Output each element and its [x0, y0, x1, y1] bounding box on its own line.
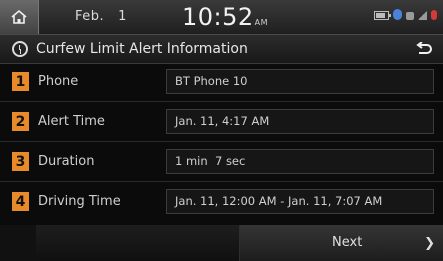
page-title: Curfew Limit Alert Information [36, 41, 248, 57]
date-day: 1 [118, 9, 127, 24]
status-bar: Feb. 1 10:52AM [0, 0, 443, 35]
row-divider [0, 101, 443, 102]
previous-button [36, 225, 240, 261]
signal-icon [418, 11, 427, 20]
row-label: Duration [38, 154, 95, 169]
date-month: Feb. [75, 9, 105, 24]
home-button[interactable] [0, 0, 39, 34]
phone-icon [406, 11, 414, 20]
title-bar: Curfew Limit Alert Information [0, 35, 443, 64]
info-row-alert-time: 2 Alert Time Jan. 11, 4:17 AM [0, 104, 443, 142]
info-row-duration: 3 Duration 1 min 7 sec [0, 144, 443, 182]
back-button[interactable] [411, 38, 437, 60]
battery-icon [374, 11, 391, 20]
date-display: Feb. 1 [75, 9, 127, 24]
row-label: Alert Time [38, 114, 105, 129]
row-number-badge: 2 [12, 112, 29, 131]
next-button-label: Next [332, 235, 363, 250]
back-arrow-icon [416, 42, 432, 54]
row-divider [0, 141, 443, 142]
alert-time-value-field: Jan. 11, 4:17 AM [166, 109, 434, 134]
clock: 10:52AM [182, 3, 268, 31]
row-number-badge: 1 [12, 72, 29, 91]
home-icon [11, 9, 27, 24]
driving-time-value-field: Jan. 11, 12:00 AM - Jan. 11, 7:07 AM [166, 189, 434, 214]
info-row-driving-time: 4 Driving Time Jan. 11, 12:00 AM - Jan. … [0, 184, 443, 222]
bluetooth-icon [393, 9, 402, 20]
status-icons [374, 9, 437, 20]
next-button[interactable]: Next ❯ [240, 225, 443, 261]
row-divider [0, 181, 443, 182]
mic-icon [431, 9, 437, 20]
duration-value-field: 1 min 7 sec [166, 149, 434, 174]
row-number-badge: 4 [12, 192, 29, 211]
clock-ampm: AM [254, 18, 269, 27]
alarm-clock-icon [12, 41, 28, 57]
info-row-phone: 1 Phone BT Phone 10 [0, 64, 443, 102]
row-number-badge: 3 [12, 152, 29, 171]
row-label: Driving Time [38, 194, 121, 209]
clock-time: 10:52 [182, 3, 254, 31]
phone-value-field: BT Phone 10 [166, 69, 434, 94]
row-label: Phone [38, 74, 79, 89]
bottom-bar: Next ❯ [0, 225, 443, 261]
chevron-right-icon: ❯ [424, 236, 435, 251]
screen: Feb. 1 10:52AM Curfew Limit Alert Informa… [0, 0, 443, 261]
